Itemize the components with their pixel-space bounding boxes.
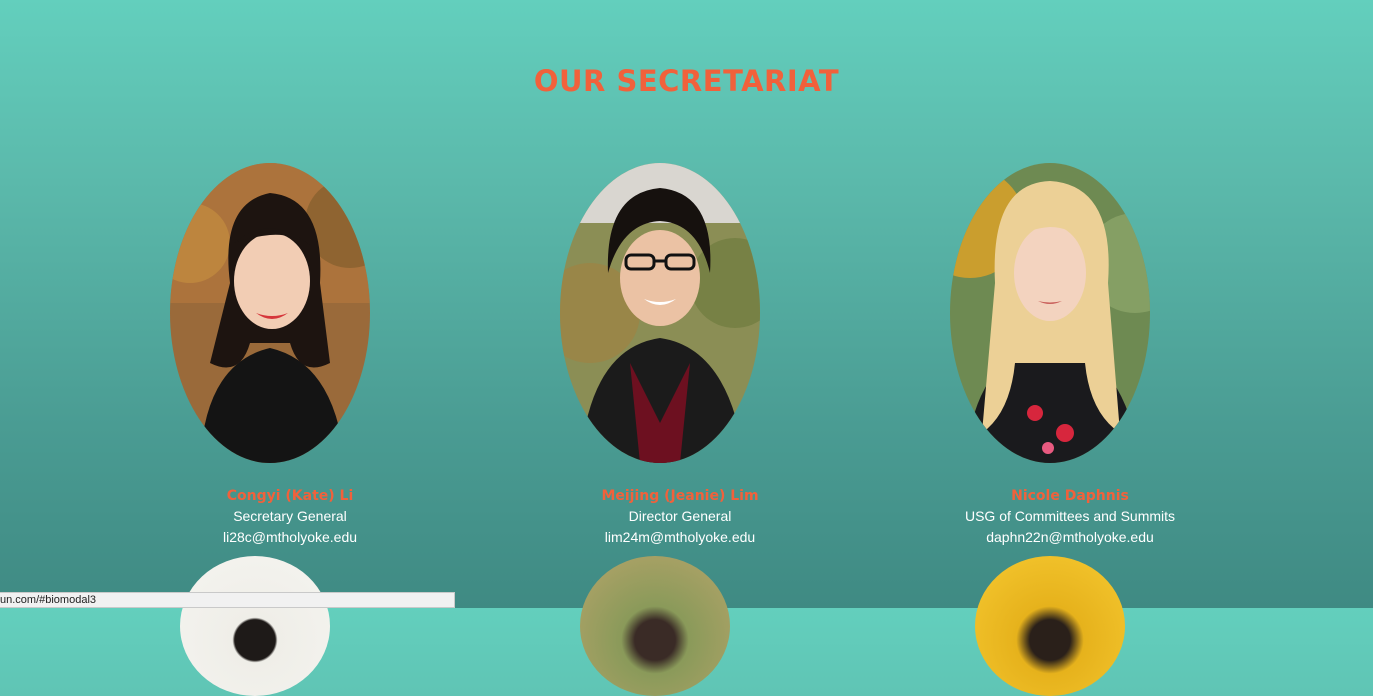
member-card: Congyi (Kate) Li Secretary General li28c… <box>160 163 420 546</box>
member-name[interactable]: Congyi (Kate) Li <box>160 487 420 505</box>
member-photo[interactable] <box>580 556 730 696</box>
member-email: lim24m@mtholyoke.edu <box>604 529 756 545</box>
member-name[interactable]: Nicole Daphnis <box>940 487 1200 505</box>
member-photo[interactable] <box>560 163 760 463</box>
member-role: Director General <box>628 508 732 524</box>
member-photo[interactable] <box>975 556 1125 696</box>
member-card: Meijing (Jeanie) Lim Director General li… <box>550 163 810 546</box>
member-photo[interactable] <box>180 556 330 696</box>
member-photo[interactable] <box>170 163 370 463</box>
section-title: OUR SECRETARIAT <box>533 64 840 98</box>
member-card: Nicole Daphnis USG of Committees and Sum… <box>940 163 1200 546</box>
member-name[interactable]: Meijing (Jeanie) Lim <box>550 487 810 505</box>
status-bar-url: un.com/#biomodal3 <box>0 592 455 608</box>
member-email: daphn22n@mtholyoke.edu <box>986 529 1154 545</box>
member-role: Secretary General <box>233 508 347 524</box>
member-photo[interactable] <box>950 163 1150 463</box>
member-email: li28c@mtholyoke.edu <box>222 529 358 545</box>
member-role: USG of Committees and Summits <box>964 508 1176 524</box>
